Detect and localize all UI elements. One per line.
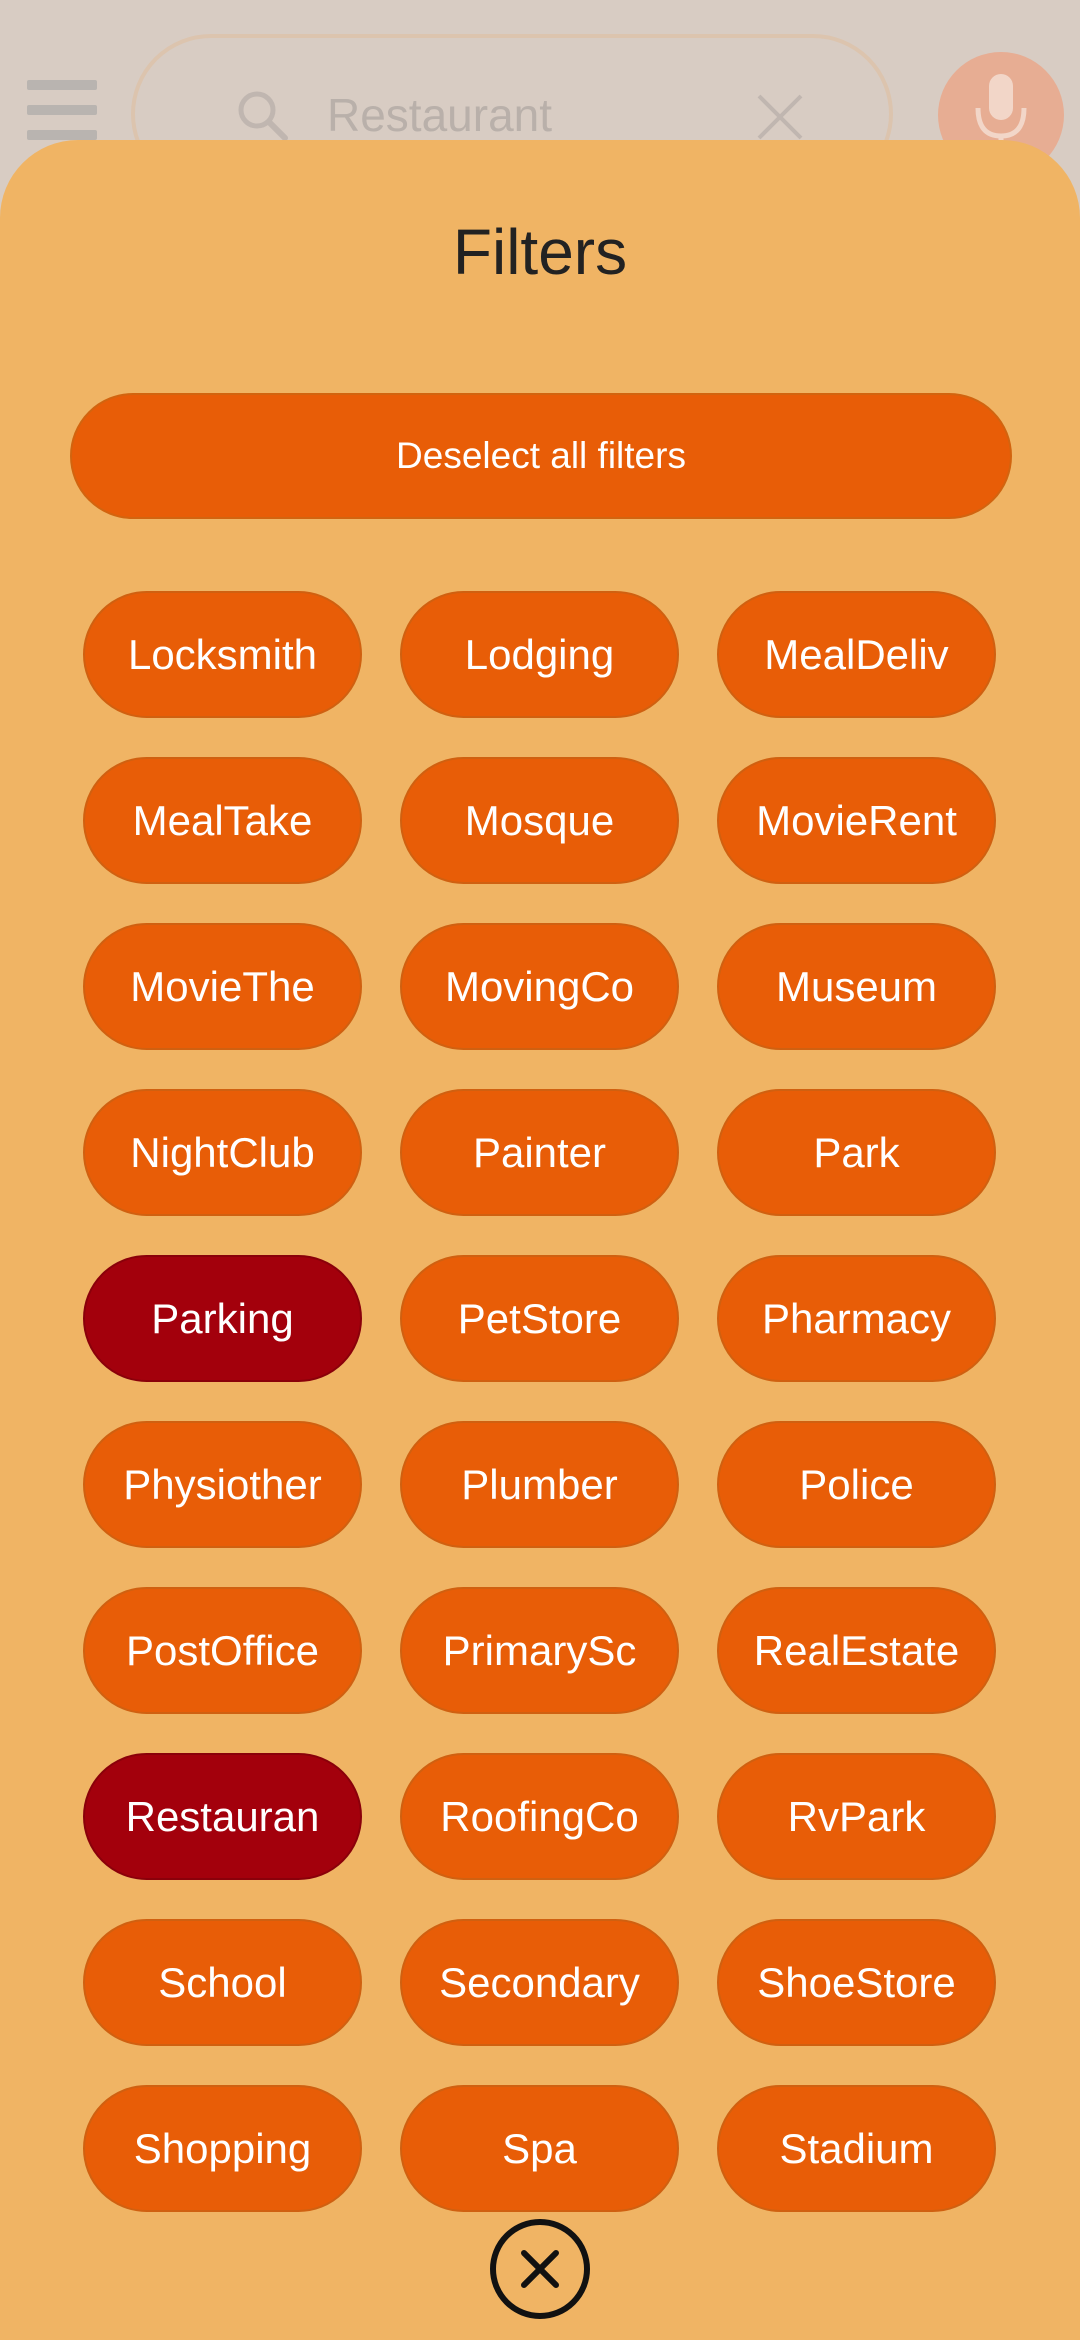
filter-chip-petstore[interactable]: PetStore — [400, 1255, 679, 1382]
filter-chip-physiother[interactable]: Physiother — [83, 1421, 362, 1548]
filter-chip-painter[interactable]: Painter — [400, 1089, 679, 1216]
filter-chip-plumber[interactable]: Plumber — [400, 1421, 679, 1548]
filter-chip-restauran[interactable]: Restauran — [83, 1753, 362, 1880]
filter-chip-nightclub[interactable]: NightClub — [83, 1089, 362, 1216]
filter-chip-police[interactable]: Police — [717, 1421, 996, 1548]
filter-chip-parking[interactable]: Parking — [83, 1255, 362, 1382]
filter-chip-park[interactable]: Park — [717, 1089, 996, 1216]
filter-chip-mosque[interactable]: Mosque — [400, 757, 679, 884]
filter-chip-primarysc[interactable]: PrimarySc — [400, 1587, 679, 1714]
filter-chip-moviethe[interactable]: MovieThe — [83, 923, 362, 1050]
filter-chip-movierent[interactable]: MovieRent — [717, 757, 996, 884]
filter-chip-pharmacy[interactable]: Pharmacy — [717, 1255, 996, 1382]
filter-chip-shopping[interactable]: Shopping — [83, 2085, 362, 2212]
sheet-title: Filters — [452, 216, 628, 288]
deselect-all-button[interactable]: Deselect all filters — [70, 393, 1012, 519]
filters-sheet: Filters Deselect all filters Locksmith Lo… — [0, 140, 1080, 2340]
filter-chip-school[interactable]: School — [83, 1919, 362, 2046]
filter-chip-realestate[interactable]: RealEstate — [717, 1587, 996, 1714]
close-circle-icon[interactable] — [488, 2217, 592, 2321]
search-input[interactable]: Restaurant — [327, 88, 552, 142]
filter-chip-roofingco[interactable]: RoofingCo — [400, 1753, 679, 1880]
filter-chip-rvpark[interactable]: RvPark — [717, 1753, 996, 1880]
filter-chip-museum[interactable]: Museum — [717, 923, 996, 1050]
filter-chip-postoffice[interactable]: PostOffice — [83, 1587, 362, 1714]
filter-chip-shoestore[interactable]: ShoeStore — [717, 1919, 996, 2046]
close-icon[interactable] — [753, 90, 807, 144]
search-icon — [238, 91, 288, 141]
filter-chip-secondary[interactable]: Secondary — [400, 1919, 679, 2046]
filter-chip-locksmith[interactable]: Locksmith — [83, 591, 362, 718]
filter-chip-stadium[interactable]: Stadium — [717, 2085, 996, 2212]
filter-chip-spa[interactable]: Spa — [400, 2085, 679, 2212]
filter-chip-mealdeliv[interactable]: MealDeliv — [717, 591, 996, 718]
filter-chip-movingco[interactable]: MovingCo — [400, 923, 679, 1050]
menu-icon[interactable] — [27, 80, 97, 140]
filter-chip-lodging[interactable]: Lodging — [400, 591, 679, 718]
filter-chip-grid: Locksmith Lodging MealDeliv MealTake Mosque M… — [83, 591, 999, 2212]
filter-chip-mealtake[interactable]: MealTake — [83, 757, 362, 884]
